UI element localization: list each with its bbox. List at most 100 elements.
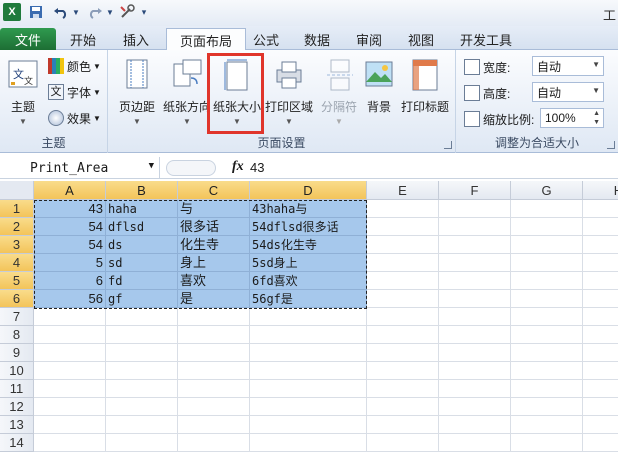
row-header-13[interactable]: 13 [0, 416, 34, 434]
cell-f11[interactable] [439, 380, 511, 398]
cell-f6[interactable] [439, 290, 511, 308]
cell-h8[interactable] [583, 326, 618, 344]
cell-a3[interactable]: 54 [34, 236, 106, 254]
row-header-7[interactable]: 7 [0, 308, 34, 326]
cell-c6[interactable]: 是 [178, 290, 250, 308]
cell-h4[interactable] [583, 254, 618, 272]
tab-page-layout[interactable]: 页面布局 [166, 28, 246, 51]
effects-button[interactable]: 效果 ▼ [48, 108, 101, 128]
tab-developer[interactable]: 开发工具 [452, 28, 520, 50]
tab-data[interactable]: 数据 [296, 28, 338, 50]
cell-b9[interactable] [106, 344, 178, 362]
cell-a5[interactable]: 6 [34, 272, 106, 290]
cell-e13[interactable] [367, 416, 439, 434]
redo-dropdown-icon[interactable]: ▼ [106, 3, 114, 21]
cell-e7[interactable] [367, 308, 439, 326]
formula-input[interactable]: 43 [250, 160, 264, 175]
tools-icon[interactable] [116, 3, 138, 21]
cell-f1[interactable] [439, 200, 511, 218]
column-header-c[interactable]: C [178, 181, 250, 200]
cell-h7[interactable] [583, 308, 618, 326]
cell-a12[interactable] [34, 398, 106, 416]
cell-h6[interactable] [583, 290, 618, 308]
cell-b7[interactable] [106, 308, 178, 326]
column-header-a[interactable]: A [34, 181, 106, 200]
cell-d9[interactable] [250, 344, 367, 362]
page-setup-launcher-icon[interactable] [444, 141, 452, 149]
cell-g11[interactable] [511, 380, 583, 398]
cell-a10[interactable] [34, 362, 106, 380]
cell-a9[interactable] [34, 344, 106, 362]
cell-f4[interactable] [439, 254, 511, 272]
cell-e6[interactable] [367, 290, 439, 308]
column-header-d[interactable]: D [250, 181, 367, 200]
cell-f7[interactable] [439, 308, 511, 326]
row-header-1[interactable]: 1 [0, 200, 34, 218]
cell-c11[interactable] [178, 380, 250, 398]
cell-d12[interactable] [250, 398, 367, 416]
cell-f9[interactable] [439, 344, 511, 362]
cell-b10[interactable] [106, 362, 178, 380]
cell-b11[interactable] [106, 380, 178, 398]
cell-b3[interactable]: ds [106, 236, 178, 254]
height-dropdown[interactable]: 自动 ▼ [532, 82, 604, 102]
cell-d11[interactable] [250, 380, 367, 398]
cell-a1[interactable]: 43 [34, 200, 106, 218]
column-header-e[interactable]: E [367, 181, 439, 200]
column-header-b[interactable]: B [106, 181, 178, 200]
cell-c4[interactable]: 身上 [178, 254, 250, 272]
row-header-10[interactable]: 10 [0, 362, 34, 380]
cell-f3[interactable] [439, 236, 511, 254]
scale-spinner[interactable]: 100% ▲ ▼ [540, 108, 604, 128]
cell-h13[interactable] [583, 416, 618, 434]
cell-b13[interactable] [106, 416, 178, 434]
tab-review[interactable]: 审阅 [348, 28, 390, 50]
cell-c10[interactable] [178, 362, 250, 380]
cell-e9[interactable] [367, 344, 439, 362]
row-header-5[interactable]: 5 [0, 272, 34, 290]
cell-g7[interactable] [511, 308, 583, 326]
cell-h5[interactable] [583, 272, 618, 290]
cell-a6[interactable]: 56 [34, 290, 106, 308]
cell-d8[interactable] [250, 326, 367, 344]
cell-g1[interactable] [511, 200, 583, 218]
tab-home[interactable]: 开始 [62, 28, 104, 50]
cell-c9[interactable] [178, 344, 250, 362]
row-header-14[interactable]: 14 [0, 434, 34, 452]
cell-b14[interactable] [106, 434, 178, 452]
row-header-8[interactable]: 8 [0, 326, 34, 344]
colors-button[interactable]: 颜色 ▼ [48, 56, 101, 76]
cell-h2[interactable] [583, 218, 618, 236]
cell-g4[interactable] [511, 254, 583, 272]
row-header-6[interactable]: 6 [0, 290, 34, 308]
undo-icon[interactable] [50, 3, 72, 21]
formula-splitter[interactable] [166, 160, 216, 176]
fx-icon[interactable]: fx [232, 159, 244, 175]
scale-launcher-icon[interactable] [607, 141, 615, 149]
cell-g2[interactable] [511, 218, 583, 236]
select-all-corner[interactable] [0, 181, 34, 200]
cell-d13[interactable] [250, 416, 367, 434]
cell-a4[interactable]: 5 [34, 254, 106, 272]
cell-f12[interactable] [439, 398, 511, 416]
cell-d10[interactable] [250, 362, 367, 380]
save-icon[interactable] [28, 3, 44, 21]
cell-b1[interactable]: haha [106, 200, 178, 218]
cell-a7[interactable] [34, 308, 106, 326]
row-header-2[interactable]: 2 [0, 218, 34, 236]
cell-c8[interactable] [178, 326, 250, 344]
cell-d2[interactable]: 54dflsd很多话 [250, 218, 367, 236]
cell-f14[interactable] [439, 434, 511, 452]
cell-d14[interactable] [250, 434, 367, 452]
cell-g9[interactable] [511, 344, 583, 362]
column-header-f[interactable]: F [439, 181, 511, 200]
cell-e10[interactable] [367, 362, 439, 380]
cell-g13[interactable] [511, 416, 583, 434]
cell-f2[interactable] [439, 218, 511, 236]
width-dropdown[interactable]: 自动 ▼ [532, 56, 604, 76]
themes-button[interactable]: 文文 主题 ▼ [2, 54, 44, 132]
cell-c5[interactable]: 喜欢 [178, 272, 250, 290]
undo-dropdown-icon[interactable]: ▼ [72, 3, 80, 21]
cell-d7[interactable] [250, 308, 367, 326]
cell-g12[interactable] [511, 398, 583, 416]
